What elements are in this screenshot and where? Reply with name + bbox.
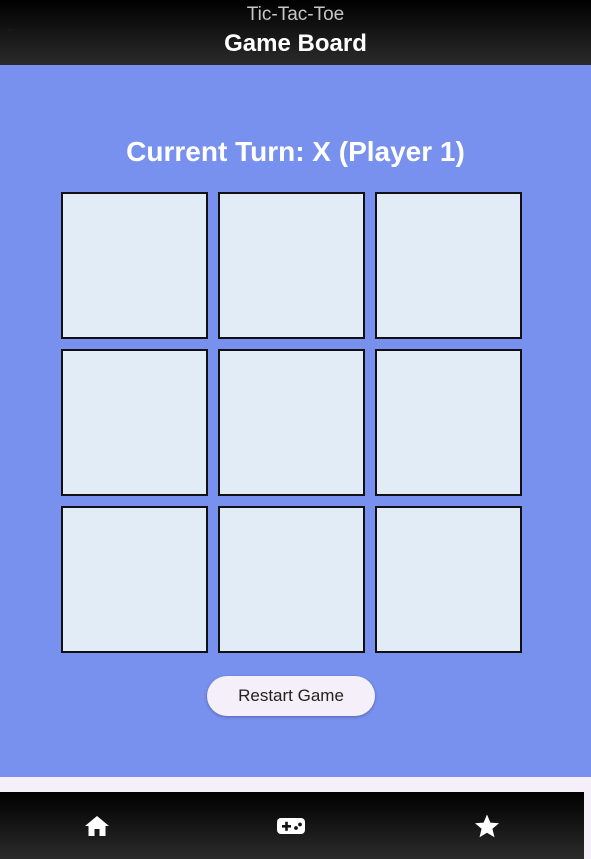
- gamepad-icon: [277, 817, 305, 834]
- board-cell-1[interactable]: [61, 192, 208, 339]
- app-bar: ← Tic-Tac-Toe Game Board: [0, 0, 591, 65]
- bottom-nav: [0, 792, 584, 859]
- board-cell-3[interactable]: [375, 192, 522, 339]
- board-cell-2[interactable]: [218, 192, 365, 339]
- app-subtitle: Tic-Tac-Toe: [246, 4, 345, 25]
- restart-game-button[interactable]: Restart Game: [207, 676, 375, 716]
- board-cell-9[interactable]: [375, 506, 522, 653]
- page-title: Game Board: [224, 30, 367, 57]
- star-icon: [475, 814, 499, 837]
- nav-item-home[interactable]: [0, 792, 194, 859]
- board-cell-6[interactable]: [375, 349, 522, 496]
- home-icon: [85, 815, 109, 836]
- nav-item-favorites[interactable]: [390, 792, 584, 859]
- game-area: Current Turn: X (Player 1) Restart Game: [0, 65, 591, 777]
- board-cell-5[interactable]: [218, 349, 365, 496]
- turn-status: Current Turn: X (Player 1): [126, 136, 465, 167]
- board-cell-7[interactable]: [61, 506, 208, 653]
- content-divider: [0, 777, 591, 792]
- board-cell-4[interactable]: [61, 349, 208, 496]
- game-board: [61, 192, 522, 653]
- nav-item-game[interactable]: [194, 792, 388, 859]
- board-cell-8[interactable]: [218, 506, 365, 653]
